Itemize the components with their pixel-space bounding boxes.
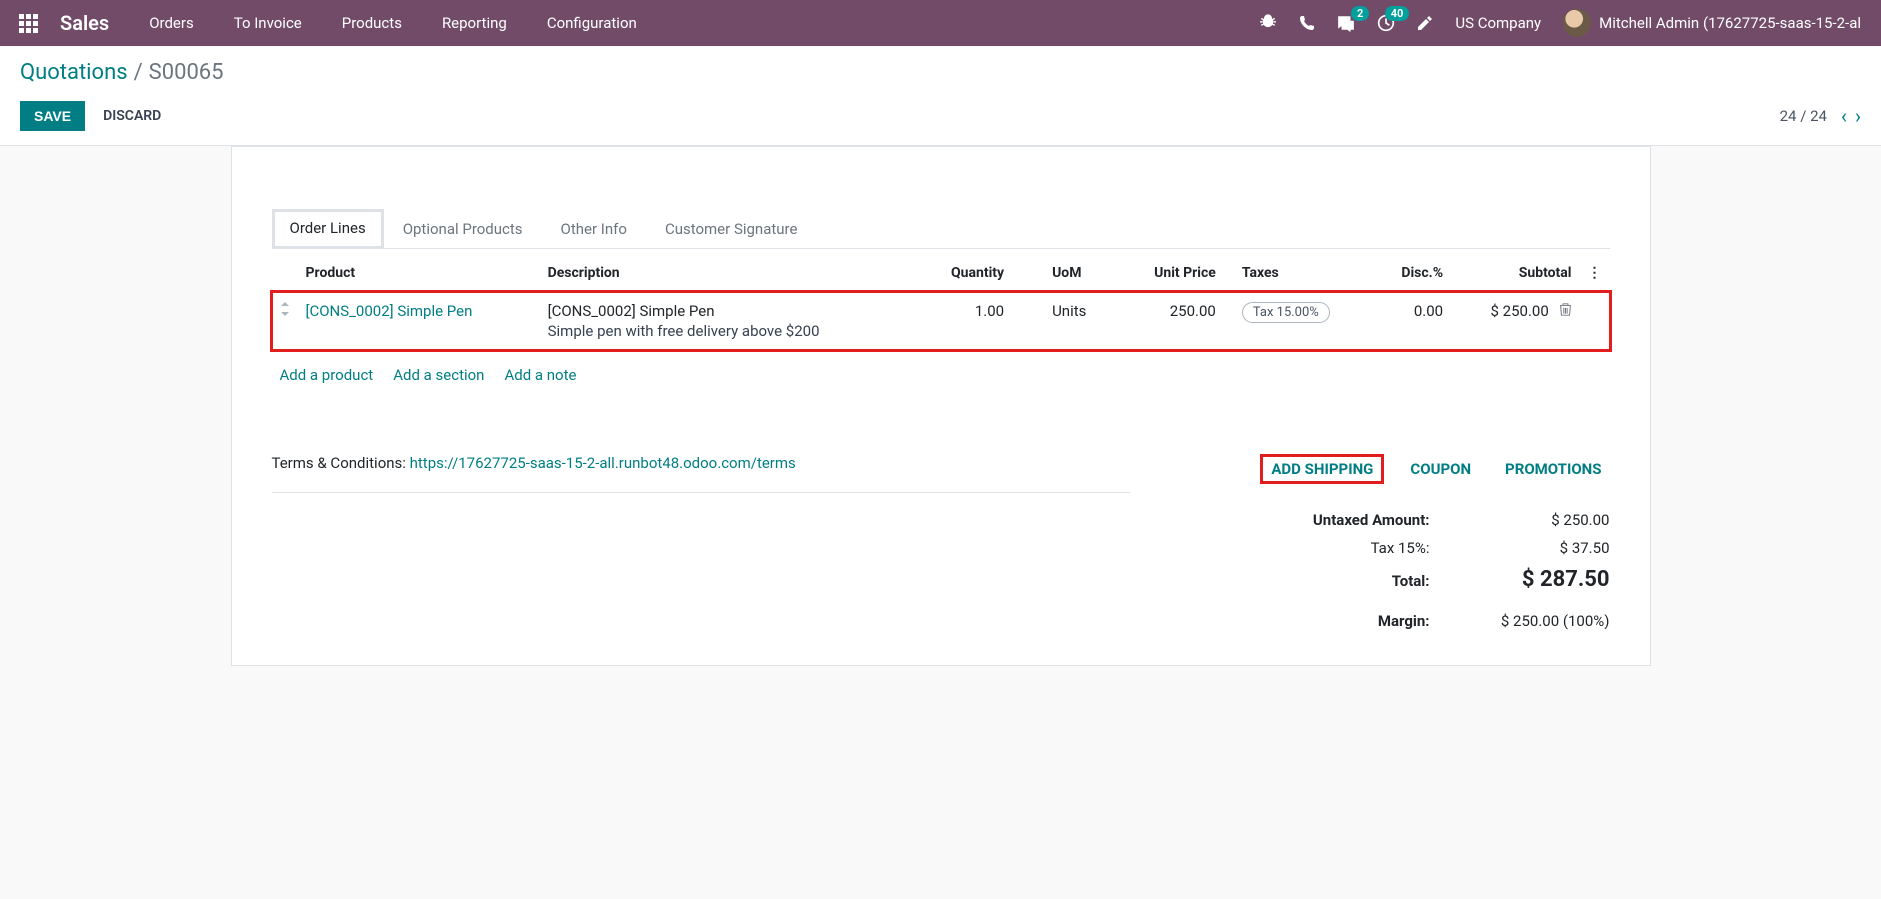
col-unit-price: Unit Price — [1121, 255, 1224, 292]
col-options-icon[interactable]: ⋮ — [1580, 255, 1610, 292]
margin-value: $ 250.00 (100%) — [1460, 612, 1610, 630]
tab-order-lines[interactable]: Order Lines — [272, 209, 384, 249]
terms-link[interactable]: https://17627725-saas-15-2-all.runbot48.… — [410, 454, 796, 472]
order-lines-table: Product Description Quantity UoM Unit Pr… — [272, 255, 1610, 350]
apps-icon[interactable] — [8, 14, 48, 33]
navbar: Sales Orders To Invoice Products Reporti… — [0, 0, 1881, 46]
total-value: $ 287.50 — [1460, 567, 1610, 592]
cell-product[interactable]: [CONS_0002] Simple Pen — [306, 302, 473, 320]
cell-description[interactable]: [CONS_0002] Simple Pen — [548, 302, 913, 320]
user-menu[interactable]: Mitchell Admin (17627725-saas-15-2-al — [1563, 9, 1861, 37]
chat-icon[interactable]: 2 — [1337, 14, 1355, 32]
pager-prev-icon[interactable]: ‹ — [1841, 106, 1847, 126]
breadcrumb-bar: Quotations / S00065 — [0, 46, 1881, 91]
nav-to-invoice[interactable]: To Invoice — [216, 2, 320, 44]
drag-handle-icon[interactable] — [272, 292, 298, 351]
cell-tax-pill[interactable]: Tax 15.00% — [1242, 302, 1330, 323]
clock-badge: 40 — [1385, 6, 1410, 21]
totals: Untaxed Amount: $ 250.00 Tax 15%: $ 37.5… — [1190, 506, 1610, 635]
col-description: Description — [540, 255, 921, 292]
add-product-link[interactable]: Add a product — [280, 366, 374, 384]
control-bar: SAVE DISCARD 24 / 24 ‹ › — [0, 91, 1881, 146]
breadcrumb-parent[interactable]: Quotations — [20, 60, 128, 85]
tax-value: $ 37.50 — [1460, 539, 1610, 557]
untaxed-label: Untaxed Amount: — [1230, 511, 1460, 529]
referrer-field: Referrer — [272, 147, 1610, 195]
untaxed-value: $ 250.00 — [1460, 511, 1610, 529]
cell-quantity[interactable]: 1.00 — [921, 292, 1012, 351]
discard-button[interactable]: DISCARD — [103, 108, 161, 124]
nav-configuration[interactable]: Configuration — [529, 2, 655, 44]
add-note-link[interactable]: Add a note — [504, 366, 576, 384]
tools-icon[interactable] — [1417, 15, 1433, 31]
pager-next-icon[interactable]: › — [1855, 106, 1861, 126]
tab-optional-products[interactable]: Optional Products — [384, 209, 542, 248]
total-action-buttons: ADD SHIPPING COUPON PROMOTIONS — [1190, 454, 1610, 484]
promotions-button[interactable]: PROMOTIONS — [1497, 454, 1609, 484]
col-subtotal: Subtotal — [1451, 255, 1579, 292]
margin-label: Margin: — [1230, 612, 1460, 630]
clock-icon[interactable]: 40 — [1377, 14, 1395, 32]
col-taxes: Taxes — [1224, 255, 1375, 292]
table-row[interactable]: [CONS_0002] Simple Pen [CONS_0002] Simpl… — [272, 292, 1610, 351]
col-quantity: Quantity — [921, 255, 1012, 292]
col-disc: Disc.% — [1375, 255, 1451, 292]
col-product: Product — [298, 255, 540, 292]
tab-customer-signature[interactable]: Customer Signature — [646, 209, 817, 248]
cell-disc[interactable]: 0.00 — [1375, 292, 1451, 351]
nav-reporting[interactable]: Reporting — [424, 2, 525, 44]
phone-icon[interactable] — [1299, 15, 1315, 31]
total-label: Total: — [1230, 572, 1460, 590]
pager: 24 / 24 ‹ › — [1780, 106, 1861, 126]
save-button[interactable]: SAVE — [20, 101, 85, 131]
cell-description-sub: Simple pen with free delivery above $200 — [548, 322, 913, 340]
company-selector[interactable]: US Company — [1455, 14, 1541, 32]
form-sheet: Referrer Order Lines Optional Products O… — [231, 146, 1651, 666]
avatar — [1563, 9, 1591, 37]
breadcrumb: Quotations / S00065 — [20, 60, 1861, 85]
breadcrumb-sep: / — [134, 60, 143, 85]
breadcrumb-current: S00065 — [149, 60, 224, 85]
nav-orders[interactable]: Orders — [131, 2, 212, 44]
cell-subtotal: $ 250.00 — [1491, 302, 1549, 320]
add-shipping-button[interactable]: ADD SHIPPING — [1260, 454, 1384, 484]
cell-uom[interactable]: Units — [1012, 292, 1121, 351]
chat-badge: 2 — [1351, 6, 1369, 21]
pager-text: 24 / 24 — [1780, 107, 1827, 125]
tax-label: Tax 15%: — [1230, 539, 1460, 557]
app-brand[interactable]: Sales — [52, 11, 127, 35]
user-name: Mitchell Admin (17627725-saas-15-2-al — [1599, 14, 1861, 32]
terms: Terms & Conditions: https://17627725-saa… — [272, 454, 1130, 493]
delete-row-icon[interactable] — [1559, 302, 1572, 320]
coupon-button[interactable]: COUPON — [1402, 454, 1479, 484]
add-section-link[interactable]: Add a section — [393, 366, 484, 384]
terms-label: Terms & Conditions: — [272, 454, 410, 472]
tabs: Order Lines Optional Products Other Info… — [272, 209, 1610, 249]
cell-unit-price[interactable]: 250.00 — [1121, 292, 1224, 351]
nav-products[interactable]: Products — [324, 2, 420, 44]
bug-icon[interactable] — [1259, 14, 1277, 32]
tab-other-info[interactable]: Other Info — [542, 209, 646, 248]
col-uom: UoM — [1012, 255, 1121, 292]
add-links: Add a product Add a section Add a note — [272, 350, 1610, 434]
